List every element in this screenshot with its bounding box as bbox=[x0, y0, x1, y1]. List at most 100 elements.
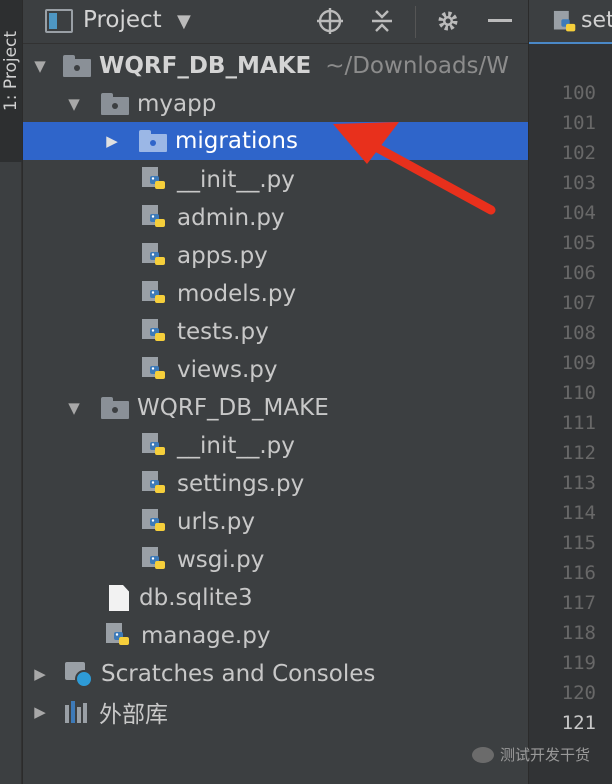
python-file-icon bbox=[142, 509, 165, 531]
minimize-icon[interactable] bbox=[485, 6, 515, 36]
chevron-down-icon[interactable]: ▼ bbox=[31, 57, 49, 75]
folder-icon bbox=[101, 93, 129, 115]
line-number: 114 bbox=[561, 502, 596, 524]
python-file-icon bbox=[106, 623, 129, 645]
python-file-icon bbox=[142, 281, 165, 303]
tree-item-label: __init__.py bbox=[177, 167, 295, 193]
line-number: 103 bbox=[561, 172, 596, 194]
python-file-icon bbox=[142, 471, 165, 493]
chevron-down-icon[interactable]: ▼ bbox=[65, 95, 83, 113]
tree-item-label: settings.py bbox=[177, 471, 305, 497]
project-toolbar: Project ▼ bbox=[23, 0, 528, 44]
line-number: 100 bbox=[561, 82, 596, 104]
line-number: 121 bbox=[561, 712, 596, 734]
line-number: 118 bbox=[561, 622, 596, 644]
project-tool-tab[interactable]: 1: Project bbox=[0, 0, 22, 162]
line-number: 107 bbox=[561, 292, 596, 314]
tree-file-db-sqlite3[interactable]: db.sqlite3 bbox=[23, 579, 528, 617]
tree-file-apps[interactable]: apps.py bbox=[23, 237, 528, 275]
python-file-icon bbox=[142, 205, 165, 227]
tree-file-views[interactable]: views.py bbox=[23, 351, 528, 389]
line-number: 113 bbox=[561, 472, 596, 494]
editor-tab[interactable]: set bbox=[529, 0, 612, 44]
line-number: 108 bbox=[561, 322, 596, 344]
python-file-icon bbox=[142, 167, 165, 189]
chevron-down-icon[interactable]: ▼ bbox=[65, 399, 83, 417]
chevron-right-icon[interactable]: ▶ bbox=[31, 703, 49, 721]
tree-file-pkg-init[interactable]: __init__.py bbox=[23, 427, 528, 465]
python-file-icon bbox=[142, 547, 165, 569]
toolbar-divider bbox=[415, 6, 416, 38]
root-folder-path: ~/Downloads/W bbox=[325, 53, 510, 79]
tree-file-urls[interactable]: urls.py bbox=[23, 503, 528, 541]
tree-item-label: admin.py bbox=[177, 205, 285, 231]
tree-item-label: migrations bbox=[175, 128, 298, 154]
line-number: 110 bbox=[561, 382, 596, 404]
tree-folder-wqrf-db-make[interactable]: ▼ WQRF_DB_MAKE bbox=[23, 389, 528, 427]
tree-file-models[interactable]: models.py bbox=[23, 275, 528, 313]
wechat-icon bbox=[472, 746, 494, 763]
python-file-icon bbox=[142, 357, 165, 379]
python-file-icon bbox=[142, 319, 165, 341]
tree-item-label: models.py bbox=[177, 281, 297, 307]
project-view-title[interactable]: Project bbox=[83, 7, 162, 33]
line-number: 117 bbox=[561, 592, 596, 614]
tool-window-strip: 1: Project bbox=[0, 0, 22, 784]
tree-file-manage[interactable]: manage.py bbox=[23, 617, 528, 655]
editor-tab-label: set bbox=[581, 8, 612, 33]
scratches-icon bbox=[65, 660, 93, 688]
chevron-right-icon[interactable]: ▶ bbox=[103, 132, 121, 150]
library-icon bbox=[65, 701, 91, 723]
line-number: 116 bbox=[561, 562, 596, 584]
line-number: 101 bbox=[561, 112, 596, 134]
watermark-text: 测试开发干货 bbox=[500, 746, 591, 764]
tree-external-libraries[interactable]: ▶ 外部库 bbox=[23, 693, 528, 731]
collapse-all-icon[interactable] bbox=[367, 6, 397, 36]
line-number: 111 bbox=[561, 412, 596, 434]
annotation-arrow bbox=[333, 122, 496, 215]
python-file-icon bbox=[142, 243, 165, 265]
line-number: 112 bbox=[561, 442, 596, 464]
tree-item-label: Scratches and Consoles bbox=[101, 661, 376, 687]
tree-item-label: myapp bbox=[137, 91, 217, 117]
tree-item-label: manage.py bbox=[141, 623, 271, 649]
tree-file-settings[interactable]: settings.py bbox=[23, 465, 528, 503]
chevron-right-icon[interactable]: ▶ bbox=[31, 665, 49, 683]
line-number: 105 bbox=[561, 232, 596, 254]
tree-root-project[interactable]: ▼ WQRF_DB_MAKE ~/Downloads/W bbox=[23, 47, 528, 85]
tree-item-label: db.sqlite3 bbox=[139, 585, 253, 611]
chevron-down-icon[interactable]: ▼ bbox=[177, 11, 191, 32]
tree-item-label: __init__.py bbox=[177, 433, 295, 459]
tree-scratches-and-consoles[interactable]: ▶ Scratches and Consoles bbox=[23, 655, 528, 693]
tree-item-label: views.py bbox=[177, 357, 278, 383]
python-file-icon bbox=[142, 433, 165, 455]
line-number: 120 bbox=[561, 682, 596, 704]
tree-item-label: apps.py bbox=[177, 243, 268, 269]
tree-file-wsgi[interactable]: wsgi.py bbox=[23, 541, 528, 579]
line-number: 119 bbox=[561, 652, 596, 674]
tree-item-label: 外部库 bbox=[99, 702, 168, 728]
root-folder-name: WQRF_DB_MAKE bbox=[99, 53, 312, 79]
editor-gutter: set 100 101 102 103 104 105 106 107 108 109 110 111… bbox=[528, 0, 612, 784]
file-icon bbox=[109, 585, 129, 611]
folder-icon bbox=[101, 397, 129, 419]
tree-item-label: WQRF_DB_MAKE bbox=[137, 395, 329, 421]
line-number: 102 bbox=[561, 142, 596, 164]
tree-item-label: urls.py bbox=[177, 509, 255, 535]
line-number: 109 bbox=[561, 352, 596, 374]
folder-icon bbox=[139, 130, 167, 152]
python-file-icon bbox=[553, 10, 576, 32]
project-tool-tab-label: 1: Project bbox=[1, 30, 21, 112]
line-number: 104 bbox=[561, 202, 596, 224]
line-number: 115 bbox=[561, 532, 596, 554]
project-panel: Project ▼ ▼ WQRF_DB_MAKE ~/Downloads/W ▼… bbox=[23, 0, 528, 784]
tree-item-label: wsgi.py bbox=[177, 547, 265, 573]
line-number: 106 bbox=[561, 262, 596, 284]
crosshair-icon[interactable] bbox=[315, 6, 345, 36]
tree-item-label: tests.py bbox=[177, 319, 269, 345]
project-view-icon[interactable] bbox=[45, 9, 73, 33]
tree-file-tests[interactable]: tests.py bbox=[23, 313, 528, 351]
folder-icon bbox=[63, 55, 91, 77]
gear-icon[interactable] bbox=[433, 6, 463, 36]
watermark: 测试开发干货 bbox=[472, 744, 590, 765]
